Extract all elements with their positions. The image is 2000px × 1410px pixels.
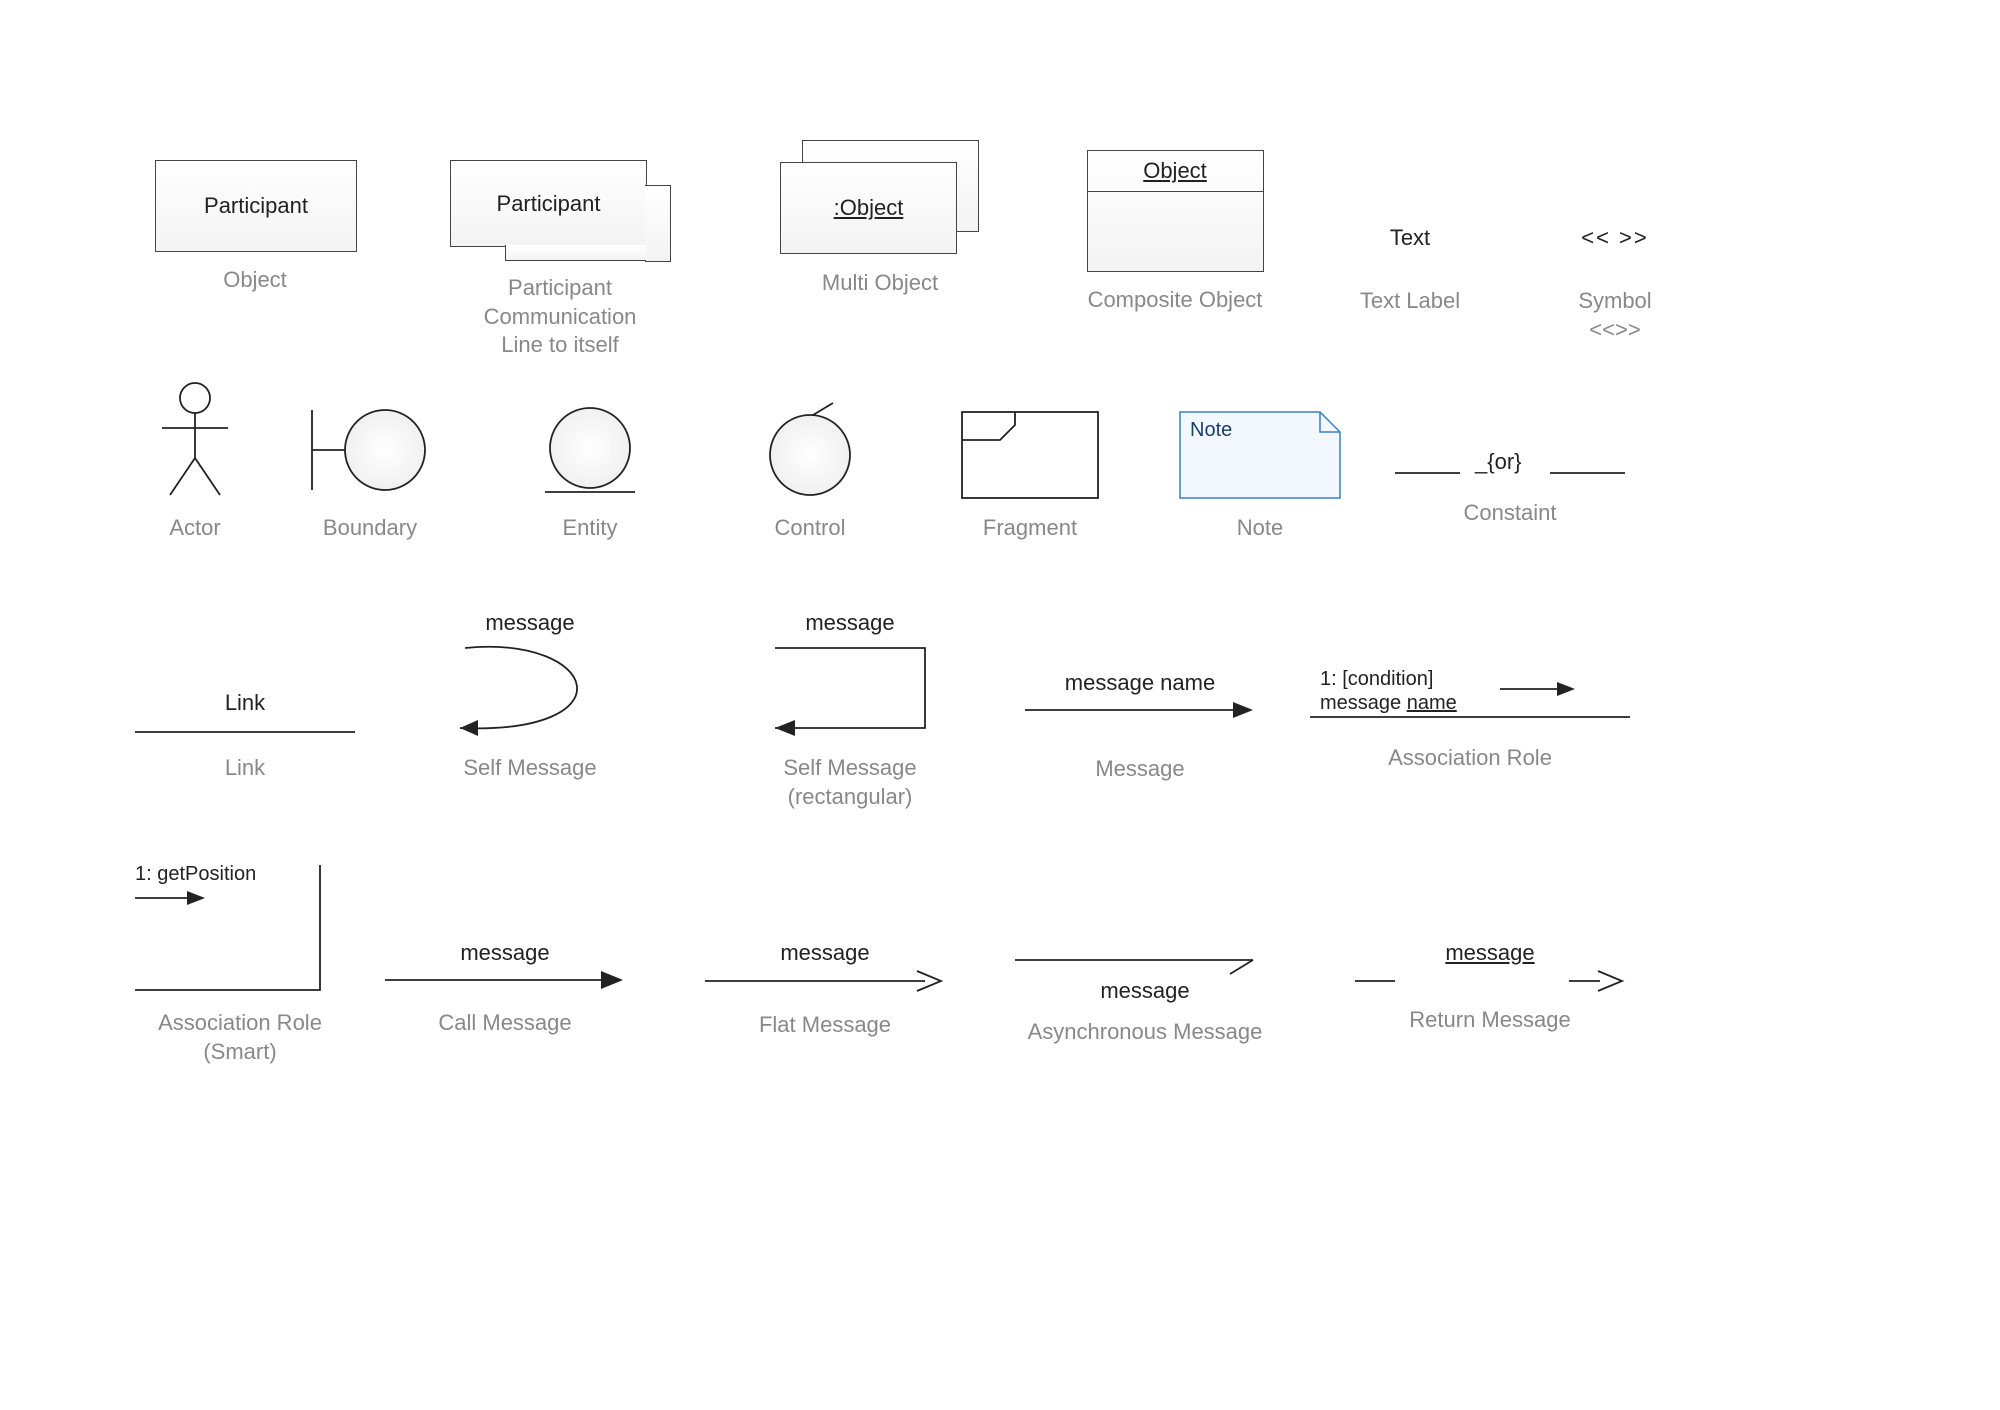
asyncmsg-arrow-icon bbox=[1015, 950, 1275, 980]
flatmsg-caption: Flat Message bbox=[700, 1011, 950, 1040]
link-label: Link bbox=[135, 690, 355, 716]
multiobject-caption: Multi Object bbox=[770, 269, 990, 298]
selfmsg-label: message bbox=[420, 610, 640, 636]
fragment-caption: Fragment bbox=[950, 514, 1110, 543]
shape-self-message: message Self Message bbox=[420, 610, 640, 783]
shape-participant-selfcomm: Participant Participant Communication Li… bbox=[430, 160, 690, 360]
composite-label: Object bbox=[1143, 158, 1207, 184]
constraint-label: _{or} bbox=[1474, 449, 1522, 474]
shape-link: Link Link bbox=[135, 690, 355, 783]
shape-message: message name Message bbox=[1020, 670, 1260, 784]
returnmsg-arrow-icon bbox=[1355, 970, 1625, 992]
note-icon: Note bbox=[1178, 410, 1343, 500]
selfmsg-icon bbox=[430, 640, 630, 740]
asyncmsg-caption: Asynchronous Message bbox=[1000, 1018, 1290, 1047]
selfmsgrect-caption: Self Message (rectangular) bbox=[735, 754, 965, 811]
assocrole-line1: 1: [condition] bbox=[1320, 668, 1433, 690]
shape-constraint: _{or} Constaint bbox=[1390, 435, 1630, 528]
assocrole-line2: message name bbox=[1320, 692, 1457, 714]
participant2-caption: Participant Communication Line to itself bbox=[430, 274, 690, 360]
flatmsg-label: message bbox=[700, 940, 950, 966]
shape-boundary: Boundary bbox=[290, 400, 450, 543]
shape-entity: Entity bbox=[520, 400, 660, 543]
callmsg-label: message bbox=[380, 940, 630, 966]
actor-icon bbox=[150, 380, 240, 500]
shape-fragment: Fragment bbox=[950, 410, 1110, 543]
selfmsgrect-label: message bbox=[735, 610, 965, 636]
textlabel-label: Text bbox=[1330, 225, 1490, 251]
returnmsg-caption: Return Message bbox=[1350, 1006, 1630, 1035]
symbol-label: << >> bbox=[1540, 225, 1690, 251]
constraint-icon: _{or} bbox=[1390, 435, 1630, 485]
shape-composite-object: Object Composite Object bbox=[1075, 150, 1275, 315]
entity-caption: Entity bbox=[520, 514, 660, 543]
actor-caption: Actor bbox=[135, 514, 255, 543]
assocrole-caption: Association Role bbox=[1310, 744, 1630, 773]
shape-control: Control bbox=[740, 400, 880, 543]
object-label: Participant bbox=[204, 193, 308, 219]
shape-return-message: message Return Message bbox=[1350, 940, 1630, 1035]
asyncmsg-label: message bbox=[1000, 978, 1290, 1004]
multiobject-label: :Object bbox=[834, 195, 904, 221]
composite-caption: Composite Object bbox=[1075, 286, 1275, 315]
assocsmart-icon: 1: getPosition bbox=[130, 860, 350, 995]
boundary-caption: Boundary bbox=[290, 514, 450, 543]
diagram-canvas: Participant Object Participant Participa… bbox=[0, 0, 2000, 1410]
message-caption: Message bbox=[1020, 755, 1260, 784]
shape-association-role-smart: 1: getPosition Association Role (Smart) bbox=[110, 860, 370, 1066]
note-caption: Note bbox=[1170, 514, 1350, 543]
entity-icon bbox=[535, 400, 645, 500]
participant2-label: Participant bbox=[497, 191, 601, 217]
shape-symbol: << >> Symbol <<>> bbox=[1540, 225, 1690, 344]
shape-text-label: Text Text Label bbox=[1330, 225, 1490, 316]
assocsmart-caption: Association Role (Smart) bbox=[110, 1009, 370, 1066]
shape-multi-object: :Object Multi Object bbox=[770, 140, 990, 298]
shape-call-message: message Call Message bbox=[380, 940, 630, 1038]
flatmsg-arrow-icon bbox=[705, 970, 945, 992]
shape-flat-message: message Flat Message bbox=[700, 940, 950, 1040]
fragment-icon bbox=[960, 410, 1100, 500]
constraint-caption: Constaint bbox=[1390, 499, 1630, 528]
textlabel-caption: Text Label bbox=[1330, 287, 1490, 316]
control-icon bbox=[755, 400, 865, 500]
shape-association-role: 1: [condition] message name Association … bbox=[1310, 665, 1630, 773]
shape-async-message: message Asynchronous Message bbox=[1000, 950, 1290, 1047]
object-caption: Object bbox=[155, 266, 355, 295]
returnmsg-label: message bbox=[1445, 940, 1534, 966]
callmsg-caption: Call Message bbox=[380, 1009, 630, 1038]
link-caption: Link bbox=[135, 754, 355, 783]
selfmsg-caption: Self Message bbox=[420, 754, 640, 783]
selfmsgrect-icon bbox=[755, 640, 945, 740]
note-label: Note bbox=[1190, 419, 1232, 441]
symbol-caption: Symbol <<>> bbox=[1540, 287, 1690, 344]
assocsmart-label: 1: getPosition bbox=[135, 863, 256, 885]
boundary-icon bbox=[300, 400, 440, 500]
callmsg-arrow-icon bbox=[385, 970, 625, 990]
shape-self-message-rect: message Self Message (rectangular) bbox=[735, 610, 965, 811]
shape-actor: Actor bbox=[135, 380, 255, 543]
shape-note: Note Note bbox=[1170, 410, 1350, 543]
control-caption: Control bbox=[740, 514, 880, 543]
shape-object: Participant Object bbox=[155, 160, 355, 295]
assocrole-icon: 1: [condition] message name bbox=[1310, 665, 1630, 725]
message-arrow-icon bbox=[1025, 700, 1255, 720]
message-label: message name bbox=[1020, 670, 1260, 696]
